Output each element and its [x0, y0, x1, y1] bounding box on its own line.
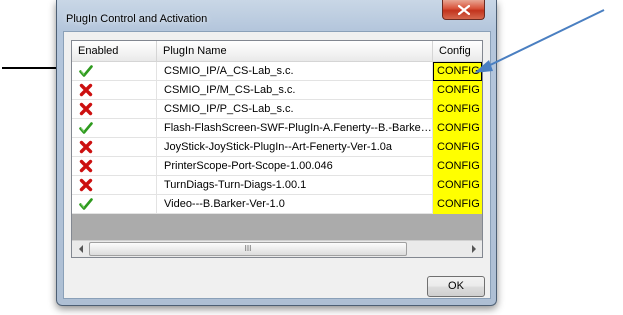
table-row[interactable]: TurnDiags-Turn-Diags-1.00.1 CONFIG [72, 176, 482, 195]
enabled-cell[interactable] [72, 81, 157, 100]
plugin-control-dialog: PlugIn Control and Activation Enabled Pl… [56, 0, 497, 306]
disabled-x-icon [79, 102, 93, 116]
enabled-cell[interactable] [72, 157, 157, 176]
enabled-check-icon [79, 197, 93, 211]
table-row[interactable]: Video---B.Barker-Ver-1.0 CONFIG [72, 195, 482, 214]
plugin-name-cell: TurnDiags-Turn-Diags-1.00.1 [157, 176, 433, 195]
config-button[interactable]: CONFIG [433, 195, 482, 214]
scrollbar-thumb[interactable]: III [89, 242, 407, 256]
scroll-right-button[interactable] [465, 241, 482, 257]
enabled-check-icon [79, 64, 93, 78]
scroll-right-icon [471, 245, 476, 253]
table-row[interactable]: CSMIO_IP/P_CS-Lab_s.c. CONFIG [72, 100, 482, 119]
enabled-cell[interactable] [72, 138, 157, 157]
plugin-name-cell: CSMIO_IP/M_CS-Lab_s.c. [157, 81, 433, 100]
enabled-cell[interactable] [72, 195, 157, 214]
config-button[interactable]: CONFIG [433, 100, 482, 119]
config-button[interactable]: CONFIG [433, 81, 482, 100]
plugin-list: Enabled PlugIn Name Config CSMIO_IP/A_CS… [71, 40, 483, 258]
column-header-plugin-name[interactable]: PlugIn Name [157, 41, 433, 61]
config-button[interactable]: CONFIG [433, 138, 482, 157]
horizontal-scrollbar[interactable]: III [72, 240, 482, 257]
column-header-enabled[interactable]: Enabled [72, 41, 157, 61]
plugin-rows: CSMIO_IP/A_CS-Lab_s.c. CONFIG CSMIO_IP/M… [72, 62, 482, 214]
plugin-name-cell: Video---B.Barker-Ver-1.0 [157, 195, 433, 214]
dialog-body: Enabled PlugIn Name Config CSMIO_IP/A_CS… [63, 31, 491, 299]
table-row[interactable]: CSMIO_IP/A_CS-Lab_s.c. CONFIG [72, 62, 482, 81]
config-button[interactable]: CONFIG [433, 176, 482, 195]
disabled-x-icon [79, 140, 93, 154]
dialog-title: PlugIn Control and Activation [66, 13, 208, 25]
disabled-x-icon [79, 83, 93, 97]
plugin-name-cell: Flash-FlashScreen-SWF-PlugIn-A.Fenerty--… [157, 119, 433, 138]
plugin-name-cell: CSMIO_IP/P_CS-Lab_s.c. [157, 100, 433, 119]
plugin-list-header: Enabled PlugIn Name Config [72, 41, 482, 62]
disabled-x-icon [79, 178, 93, 192]
table-row[interactable]: CSMIO_IP/M_CS-Lab_s.c. CONFIG [72, 81, 482, 100]
plugin-name-cell: CSMIO_IP/A_CS-Lab_s.c. [157, 62, 433, 81]
config-button[interactable]: CONFIG [433, 157, 482, 176]
enabled-cell[interactable] [72, 62, 157, 81]
title-bar: PlugIn Control and Activation [57, 0, 496, 32]
scroll-left-button[interactable] [72, 241, 89, 257]
config-button[interactable]: CONFIG [433, 119, 482, 138]
plugin-name-cell: PrinterScope-Port-Scope-1.00.046 [157, 157, 433, 176]
scroll-left-icon [78, 245, 83, 253]
enabled-cell[interactable] [72, 119, 157, 138]
enabled-cell[interactable] [72, 176, 157, 195]
table-row[interactable]: Flash-FlashScreen-SWF-PlugIn-A.Fenerty--… [72, 119, 482, 138]
plugin-name-cell: JoyStick-JoyStick-PlugIn--Art-Fenerty-Ve… [157, 138, 433, 157]
table-row[interactable]: PrinterScope-Port-Scope-1.00.046 CONFIG [72, 157, 482, 176]
disabled-x-icon [79, 159, 93, 173]
table-row[interactable]: JoyStick-JoyStick-PlugIn--Art-Fenerty-Ve… [72, 138, 482, 157]
close-x-icon [457, 4, 470, 15]
blue-annotation-arrow [474, 9, 605, 73]
enabled-cell[interactable] [72, 100, 157, 119]
enabled-check-icon [79, 121, 93, 135]
ok-button[interactable]: OK [427, 276, 485, 297]
